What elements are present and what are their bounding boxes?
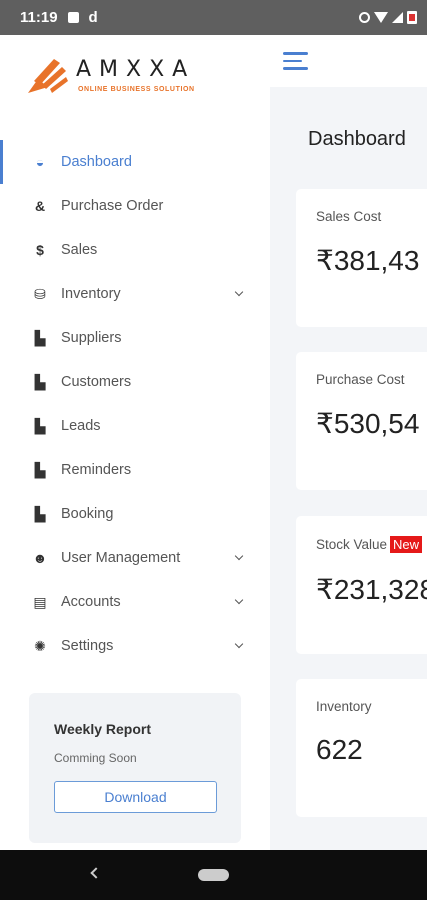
sidebar-item-leads[interactable]: ▙ Leads (0, 404, 270, 448)
chevron-down-icon (234, 287, 244, 297)
status-time: 11:19 (20, 9, 58, 26)
sidebar-item-suppliers[interactable]: ▙ Suppliers (0, 316, 270, 360)
chevron-down-icon (234, 639, 244, 649)
chevron-down-icon (234, 595, 244, 605)
card-value: ₹530,54 (316, 408, 420, 439)
app-notification-icon: d (88, 9, 98, 26)
card-label: Stock Value New (316, 536, 427, 553)
new-badge: New (390, 536, 423, 553)
purchase-cost-card[interactable]: Purchase Cost ₹530,54 (296, 352, 427, 490)
sidebar-item-label: Dashboard (61, 154, 132, 170)
card-label: Purchase Cost (316, 372, 405, 387)
sidebar-item-user-management[interactable]: ☻ User Management (0, 536, 270, 580)
report-subtitle: Comming Soon (54, 751, 137, 765)
sidebar-item-settings[interactable]: ✺ Settings (0, 624, 270, 668)
card-value: ₹381,43 (316, 245, 420, 276)
alarm-icon (359, 12, 370, 23)
sidebar-item-label: Booking (61, 506, 114, 522)
warehouse-icon: ▙ (34, 461, 46, 478)
speedometer-icon: ◒ (35, 154, 45, 170)
wifi-icon (374, 12, 388, 23)
download-button[interactable]: Download (54, 781, 217, 813)
gear-icon: ✺ (34, 637, 46, 654)
card-label-text: Stock Value (316, 537, 388, 552)
ledger-icon: ▤ (33, 593, 47, 610)
card-value: ₹231,328 (316, 574, 427, 605)
hamburger-menu-icon[interactable] (283, 52, 308, 70)
sidebar-item-label: User Management (61, 550, 181, 566)
inventory-card[interactable]: Inventory 622 (296, 679, 427, 817)
warehouse-icon: ▙ (34, 505, 46, 522)
card-value: 622 (316, 734, 363, 765)
sidebar-item-label: Customers (61, 374, 132, 390)
sales-cost-card[interactable]: Sales Cost ₹381,43 (296, 189, 427, 327)
sidebar-item-booking[interactable]: ▙ Booking (0, 492, 270, 536)
sidebar-item-label: Leads (61, 418, 101, 434)
page-title: Dashboard (308, 128, 406, 150)
logo-title: AMXXA (76, 57, 196, 82)
system-nav-bar (0, 850, 427, 900)
card-label: Sales Cost (316, 209, 382, 224)
sidebar: AMXXA ONLINE BUSINESS SOLUTION ◒ Dashboa… (0, 35, 270, 850)
stock-value-card[interactable]: Stock Value New ₹231,328 (296, 516, 427, 654)
sidebar-item-inventory[interactable]: ⛁ Inventory (0, 272, 270, 316)
card-label: Inventory (316, 699, 372, 714)
logo-subtitle: ONLINE BUSINESS SOLUTION (78, 86, 195, 93)
logo[interactable]: AMXXA ONLINE BUSINESS SOLUTION (24, 53, 224, 101)
sidebar-item-dashboard[interactable]: ◒ Dashboard (0, 140, 270, 184)
warehouse-icon: ▙ (34, 417, 46, 434)
sidebar-item-label: Sales (61, 242, 98, 258)
sidebar-item-sales[interactable]: $ Sales (0, 228, 270, 272)
sidebar-item-accounts[interactable]: ▤ Accounts (0, 580, 270, 624)
sidebar-item-label: Accounts (61, 594, 121, 610)
battery-icon (407, 11, 417, 24)
sidebar-item-label: Reminders (61, 462, 132, 478)
status-bar: 11:19 d (0, 0, 427, 35)
gallery-icon (67, 12, 79, 23)
back-icon[interactable] (90, 867, 102, 879)
sidebar-item-label: Settings (61, 638, 114, 654)
chevron-down-icon (234, 551, 244, 561)
home-pill-icon[interactable] (198, 869, 229, 881)
sidebar-item-label: Purchase Order (61, 198, 164, 214)
sidebar-item-label: Suppliers (61, 330, 122, 346)
logo-mark-icon (28, 59, 68, 93)
dollar-icon: $ (36, 242, 44, 258)
top-bar (270, 35, 427, 87)
sidebar-nav: ◒ Dashboard & Purchase Order $ Sales ⛁ I… (0, 140, 270, 668)
weekly-report-card: Weekly Report Comming Soon Download (29, 693, 241, 843)
sidebar-item-reminders[interactable]: ▙ Reminders (0, 448, 270, 492)
sidebar-item-label: Inventory (61, 286, 121, 302)
warehouse-icon: ▙ (34, 373, 46, 390)
main-content: Dashboard Sales Cost ₹381,43 Purchase Co… (270, 35, 427, 850)
sidebar-item-customers[interactable]: ▙ Customers (0, 360, 270, 404)
box-icon: ⛁ (34, 285, 46, 302)
report-title: Weekly Report (54, 721, 151, 737)
sidebar-item-purchase-order[interactable]: & Purchase Order (0, 184, 270, 228)
users-icon: ☻ (32, 550, 48, 566)
handshake-icon: & (34, 198, 46, 214)
warehouse-icon: ▙ (34, 329, 46, 346)
signal-icon (392, 12, 403, 23)
